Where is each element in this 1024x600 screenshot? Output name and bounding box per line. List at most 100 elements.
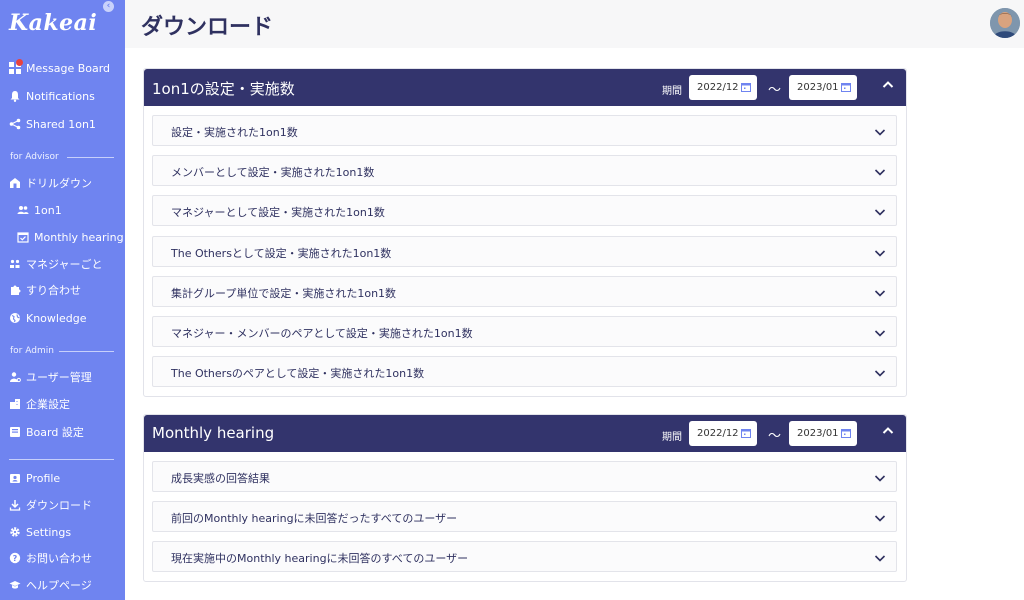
period-label: 期間 (662, 432, 682, 443)
chevron-down-icon[interactable] (874, 287, 886, 299)
sidebar-item-1on1[interactable]: 1on1 (17, 201, 62, 219)
list-item[interactable]: メンバーとして設定・実施された1on1数 (152, 155, 897, 186)
sidebar-item-alignment[interactable]: すり合わせ (9, 281, 81, 299)
chevron-down-icon[interactable] (874, 367, 886, 379)
globe-icon (10, 313, 20, 323)
list-item-label: 現在実施中のMonthly hearingに未回答のすべてのユーザー (171, 552, 469, 565)
sidebar-item-label: ヘルプページ (26, 579, 92, 592)
date-from-input[interactable]: 2022/12 (689, 421, 757, 446)
divider (59, 351, 114, 352)
list-item[interactable]: The Othersのペアとして設定・実施された1on1数 (152, 356, 897, 387)
help-icon: ? (9, 552, 21, 564)
sidebar: Kakeai ‹ Message Board Notifications Sha… (0, 0, 125, 600)
sidebar-item-notifications[interactable]: Notifications (9, 87, 95, 105)
list-item-label: The Othersのペアとして設定・実施された1on1数 (171, 367, 425, 380)
manager-icon (10, 259, 20, 268)
date-from-value: 2022/12 (697, 82, 739, 93)
section-header: Monthly hearing 期間 2022/12 〜 2023/01 (144, 415, 906, 452)
chevron-down-icon[interactable] (874, 206, 886, 218)
list-item-label: 設定・実施された1on1数 (171, 126, 298, 139)
chevron-down-icon[interactable] (874, 126, 886, 138)
sidebar-item-drilldown[interactable]: ドリルダウン (9, 174, 92, 192)
sidebar-item-settings[interactable]: Settings (9, 523, 71, 541)
range-separator: 〜 (768, 83, 782, 98)
sidebar-item-company-settings[interactable]: 企業設定 (9, 395, 70, 413)
sidebar-item-label: 企業設定 (26, 398, 70, 411)
chevron-down-icon[interactable] (874, 512, 886, 524)
sidebar-item-monthly-hearing[interactable]: Monthly hearing (17, 228, 124, 246)
company-icon (10, 399, 20, 409)
chevron-down-icon[interactable] (874, 166, 886, 178)
chevron-down-icon[interactable] (874, 552, 886, 564)
list-item[interactable]: 現在実施中のMonthly hearingに未回答のすべてのユーザー (152, 541, 897, 572)
date-to-value: 2023/01 (797, 82, 839, 93)
section-header: 1on1の設定・実施数 期間 2022/12 〜 2023/01 (144, 69, 906, 106)
section-title: Monthly hearing (152, 424, 275, 442)
list-item-label: 集計グループ単位で設定・実施された1on1数 (171, 287, 397, 300)
download-icon (9, 500, 21, 511)
chevron-down-icon[interactable] (874, 327, 886, 339)
calendar-icon[interactable] (841, 428, 851, 438)
share-icon (9, 118, 21, 130)
section-label-advisor: for Advisor (10, 152, 59, 162)
puzzle-icon (11, 285, 21, 295)
sidebar-collapse-button[interactable]: ‹ (103, 1, 114, 12)
date-to-input[interactable]: 2023/01 (789, 75, 857, 100)
list-item[interactable]: マネジャーとして設定・実施された1on1数 (152, 195, 897, 226)
list-item[interactable]: 前回のMonthly hearingに未回答だったすべてのユーザー (152, 501, 897, 532)
avatar-image (990, 8, 1020, 38)
page-title: ダウンロード (141, 15, 274, 40)
kakeai-logo[interactable]: Kakeai (9, 10, 97, 36)
list-item-label: 成長実感の回答結果 (171, 472, 270, 485)
divider (9, 459, 114, 460)
date-to-input[interactable]: 2023/01 (789, 421, 857, 446)
list-item[interactable]: The Othersとして設定・実施された1on1数 (152, 236, 897, 267)
list-item[interactable]: 設定・実施された1on1数 (152, 115, 897, 146)
sidebar-item-label: Message Board (26, 61, 111, 75)
list-item-label: マネジャーとして設定・実施された1on1数 (171, 206, 385, 219)
sidebar-item-label: マネジャーごと (26, 258, 103, 271)
chevron-down-icon[interactable] (874, 472, 886, 484)
sidebar-item-label: Settings (26, 525, 72, 539)
sidebar-item-message-board[interactable]: Message Board (9, 59, 110, 77)
date-from-value: 2022/12 (697, 428, 739, 439)
calendar-icon[interactable] (741, 428, 751, 438)
sidebar-item-label: お問い合わせ (26, 552, 92, 565)
page-header: ダウンロード (125, 0, 1024, 48)
list-item[interactable]: マネジャー・メンバーのペアとして設定・実施された1on1数 (152, 316, 897, 347)
chevron-up-icon[interactable] (881, 78, 895, 92)
sidebar-item-user-management[interactable]: ユーザー管理 (9, 368, 92, 386)
calendar-icon[interactable] (741, 82, 751, 92)
sidebar-item-knowledge[interactable]: Knowledge (9, 309, 86, 327)
sidebar-item-contact[interactable]: ? お問い合わせ (9, 549, 92, 567)
section-label-admin: for Admin (10, 346, 54, 356)
sidebar-item-label: ユーザー管理 (26, 371, 92, 384)
people-icon (17, 206, 29, 214)
sidebar-item-label: 1on1 (34, 203, 62, 217)
sidebar-item-manager[interactable]: マネジャーごと (9, 255, 102, 273)
sidebar-item-label: ダウンロード (26, 499, 92, 512)
main-content: ダウンロード 1on1の設定・実施数 期間 2022/12 〜 2023/01 (125, 0, 1024, 600)
period-label: 期間 (662, 86, 682, 97)
sidebar-item-board-settings[interactable]: Board 設定 (9, 423, 84, 441)
list-item[interactable]: 集計グループ単位で設定・実施された1on1数 (152, 276, 897, 307)
divider (67, 157, 114, 158)
board-icon (10, 427, 20, 437)
calendar-icon[interactable] (841, 82, 851, 92)
bell-icon (10, 91, 20, 102)
section-card-1on1: 1on1の設定・実施数 期間 2022/12 〜 2023/01 設定・実施され… (143, 68, 907, 397)
avatar[interactable] (990, 8, 1020, 38)
sidebar-item-label: Monthly hearing (34, 230, 124, 244)
sidebar-item-shared-1on1[interactable]: Shared 1on1 (9, 115, 96, 133)
sidebar-item-label: Knowledge (26, 311, 87, 325)
chevron-down-icon[interactable] (874, 247, 886, 259)
list-item[interactable]: 成長実感の回答結果 (152, 461, 897, 492)
sidebar-item-help-page[interactable]: ヘルプページ (9, 576, 92, 594)
date-from-input[interactable]: 2022/12 (689, 75, 757, 100)
chevron-up-icon[interactable] (881, 424, 895, 438)
section-title: 1on1の設定・実施数 (152, 80, 295, 98)
sidebar-item-label: Board 設定 (26, 426, 84, 439)
sidebar-item-profile[interactable]: Profile (9, 469, 60, 487)
sidebar-item-download[interactable]: ダウンロード (9, 496, 92, 514)
sidebar-item-label: ドリルダウン (26, 177, 92, 190)
